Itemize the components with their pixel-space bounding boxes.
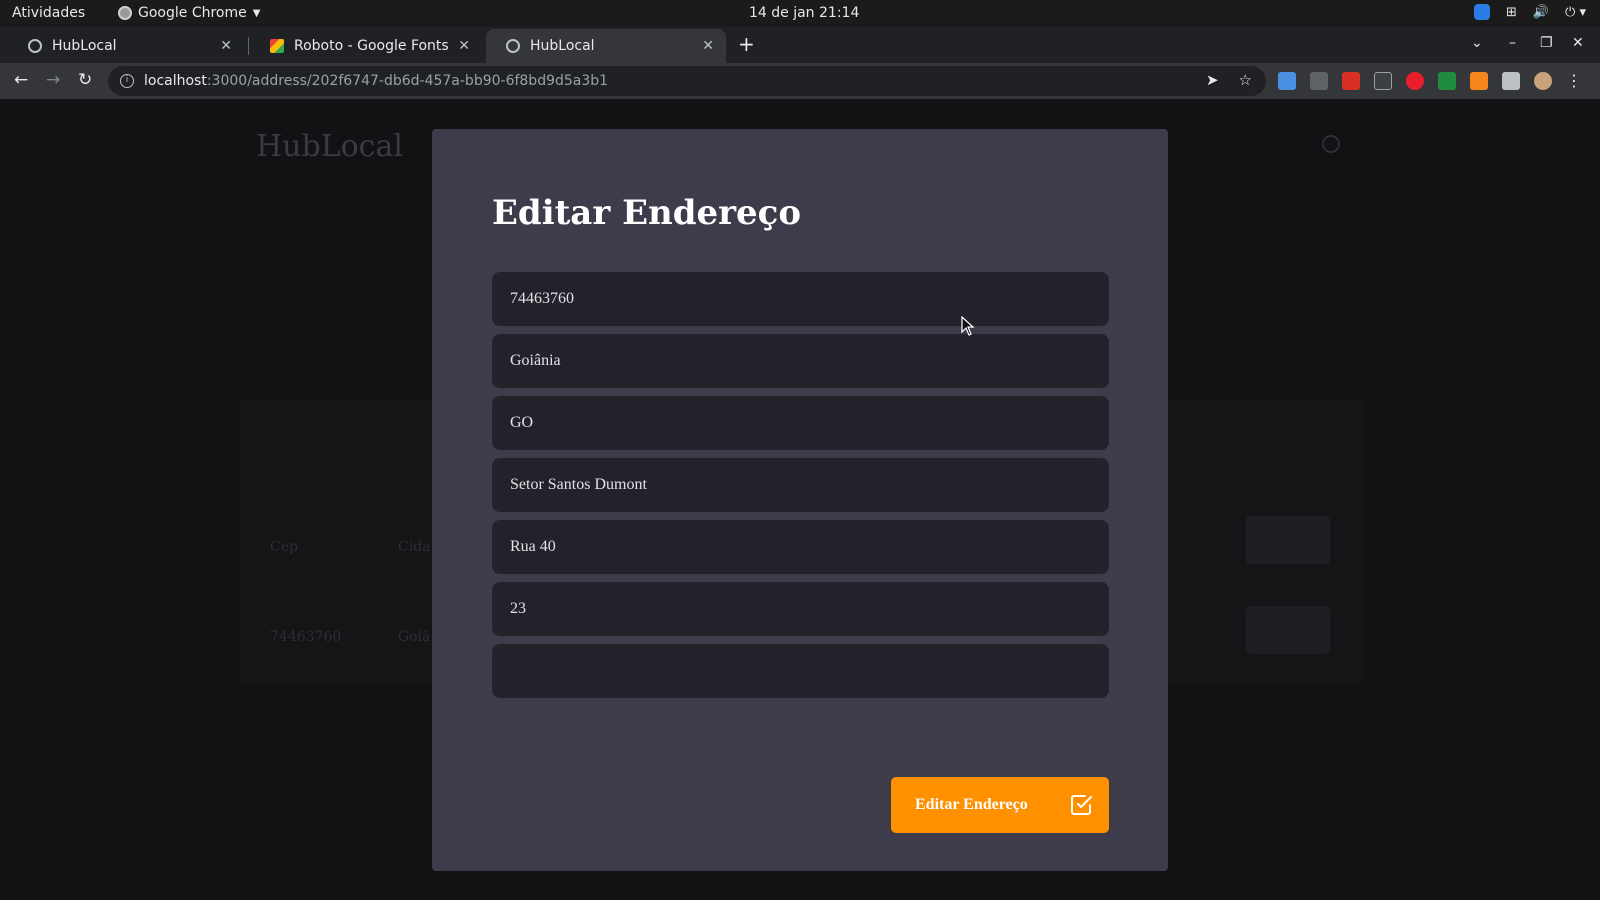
metamask-icon[interactable] [1470,71,1488,90]
new-tab-icon[interactable]: + [738,32,755,56]
extension-green-icon[interactable] [1438,71,1456,90]
submit-label: Editar Endereço [915,796,1028,813]
tab-label: Roboto - Google Fonts [294,38,449,54]
system-tray[interactable]: ⊞ 🔊 ⏻ ▾ [1473,4,1586,20]
close-icon[interactable]: ✕ [458,38,470,54]
forward-icon[interactable]: → [46,70,60,90]
modal-title: Editar Endereço [492,193,802,233]
tab-strip: HubLocal ✕ Roboto - Google Fonts ✕ HubLo… [0,27,1600,63]
power-icon[interactable]: ⏻ ▾ [1565,5,1586,20]
kebab-menu-icon[interactable]: ⋮ [1566,71,1582,90]
globe-icon [506,39,520,53]
volume-icon[interactable]: 🔊 [1533,5,1549,20]
url-host: localhost [144,73,207,89]
mouse-pointer-icon [961,316,975,336]
network-icon[interactable]: ⊞ [1506,5,1517,20]
number-input[interactable] [492,582,1109,636]
app-name: Google Chrome [138,5,247,21]
table-header-cep: Cep [270,539,298,555]
state-input[interactable] [492,396,1109,450]
minimize-icon[interactable]: – [1509,35,1516,51]
browser-toolbar: ← → ↻ i localhost:3000/address/202f6747-… [0,63,1600,99]
caret-down-icon: ▼ [252,7,261,19]
clock[interactable]: 14 de jan 21:14 [749,5,859,21]
extension-red-icon[interactable] [1342,71,1360,90]
url-path: :3000/address/202f6747-db6d-457a-bb90-6f… [206,73,609,89]
table-cell-cep: 74463760 [270,629,342,645]
edit-address-modal: Editar Endereço Editar Endereço [432,129,1168,871]
close-window-icon[interactable]: ✕ [1572,35,1584,51]
google-fonts-icon [270,39,284,53]
extension-json-icon[interactable] [1310,71,1328,90]
tab-label: HubLocal [530,38,595,54]
tab-divider [248,37,249,55]
back-icon[interactable]: ← [14,70,28,90]
tab-label: HubLocal [52,38,117,54]
add-address-button[interactable] [1246,516,1330,564]
system-top-bar: Atividades Google Chrome ▼ 14 de jan 21:… [0,0,1600,27]
extension-inspect-icon[interactable] [1374,71,1392,90]
cep-input[interactable] [492,272,1109,326]
check-square-icon [1071,795,1092,815]
city-input[interactable] [492,334,1109,388]
chrome-icon [118,6,132,20]
close-icon[interactable]: ✕ [220,38,232,54]
table-header-cidade: Cida [398,539,431,555]
logout-icon[interactable] [1322,135,1340,153]
edit-address-submit-button[interactable]: Editar Endereço [891,777,1109,833]
table-cell-cidade: Goiâ [398,629,431,645]
delete-row-button[interactable] [1246,606,1330,654]
page-viewport: HubLocal Cep Cida 74463760 Goiâ Editar E… [0,99,1600,900]
neighborhood-input[interactable] [492,458,1109,512]
tab-search-icon[interactable]: ⌄ [1471,35,1483,51]
bookmark-star-icon[interactable]: ☆ [1239,71,1252,89]
send-icon[interactable]: ➤ [1206,71,1219,89]
tab-hublocal-active[interactable]: HubLocal ✕ [486,29,726,63]
close-icon[interactable]: ✕ [702,38,714,54]
teamviewer-icon[interactable] [1473,4,1490,20]
extension-screenshot-icon[interactable] [1278,71,1296,90]
globe-icon [28,39,42,53]
app-menu[interactable]: Google Chrome ▼ [118,5,260,21]
brand-logo: HubLocal [256,129,403,164]
reload-icon[interactable]: ↻ [78,70,92,90]
site-info-icon[interactable]: i [120,74,134,88]
tab-roboto-google-fonts[interactable]: Roboto - Google Fonts ✕ [250,29,482,63]
street-input[interactable] [492,520,1109,574]
complement-input[interactable] [492,644,1109,698]
extension-hand-icon[interactable] [1406,71,1424,90]
profile-avatar[interactable] [1534,71,1552,90]
puzzle-icon[interactable] [1502,71,1520,90]
restore-icon[interactable]: ❐ [1540,35,1553,51]
activities-button[interactable]: Atividades [12,5,85,21]
address-bar[interactable]: i localhost:3000/address/202f6747-db6d-4… [108,66,1266,96]
tab-hublocal-1[interactable]: HubLocal ✕ [8,29,244,63]
extensions-bar: ⋮ [1278,71,1582,90]
